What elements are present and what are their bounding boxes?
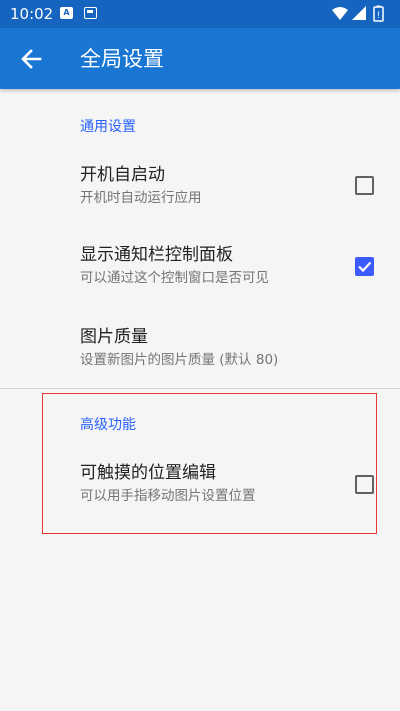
- pref-image-quality[interactable]: 图片质量 设置新图片的图片质量 (默认 80): [0, 314, 400, 378]
- pref-summary: 开机时自动运行应用: [80, 190, 202, 206]
- signal-icon: [352, 6, 366, 20]
- notification-panel-checkbox[interactable]: [355, 257, 374, 276]
- section-header-advanced: 高级功能: [80, 417, 136, 433]
- status-bar: 10:02 A !: [0, 0, 400, 28]
- status-time: 10:02: [10, 5, 54, 23]
- section-header-general: 通用设置: [80, 119, 136, 135]
- pref-title: 可触摸的位置编辑: [80, 463, 216, 483]
- pref-summary: 设置新图片的图片质量 (默认 80): [80, 352, 279, 368]
- pref-autostart[interactable]: 开机自启动 开机时自动运行应用: [0, 150, 400, 220]
- wifi-icon: [332, 7, 348, 20]
- app-bar: 全局设置: [0, 28, 400, 89]
- pref-title: 图片质量: [80, 327, 148, 347]
- back-arrow-icon[interactable]: [10, 38, 52, 80]
- notification-a-icon: A: [60, 7, 73, 19]
- checkmark-icon: [358, 261, 372, 273]
- autostart-checkbox[interactable]: [355, 176, 374, 195]
- pref-title: 开机自启动: [80, 165, 165, 185]
- touch-position-edit-checkbox[interactable]: [355, 475, 374, 494]
- notification-card-icon: [84, 7, 97, 19]
- section-divider: [0, 388, 400, 389]
- pref-summary: 可以通过这个控制窗口是否可见: [80, 270, 269, 286]
- status-icons: !: [332, 5, 384, 22]
- pref-notification-panel[interactable]: 显示通知栏控制面板 可以通过这个控制窗口是否可见: [0, 232, 400, 302]
- svg-text:!: !: [377, 10, 380, 20]
- pref-touch-position-edit[interactable]: 可触摸的位置编辑 可以用手指移动图片设置位置: [0, 450, 400, 520]
- pref-title: 显示通知栏控制面板: [80, 245, 233, 265]
- battery-icon: !: [373, 5, 384, 22]
- page-title: 全局设置: [80, 47, 164, 71]
- pref-summary: 可以用手指移动图片设置位置: [80, 488, 256, 504]
